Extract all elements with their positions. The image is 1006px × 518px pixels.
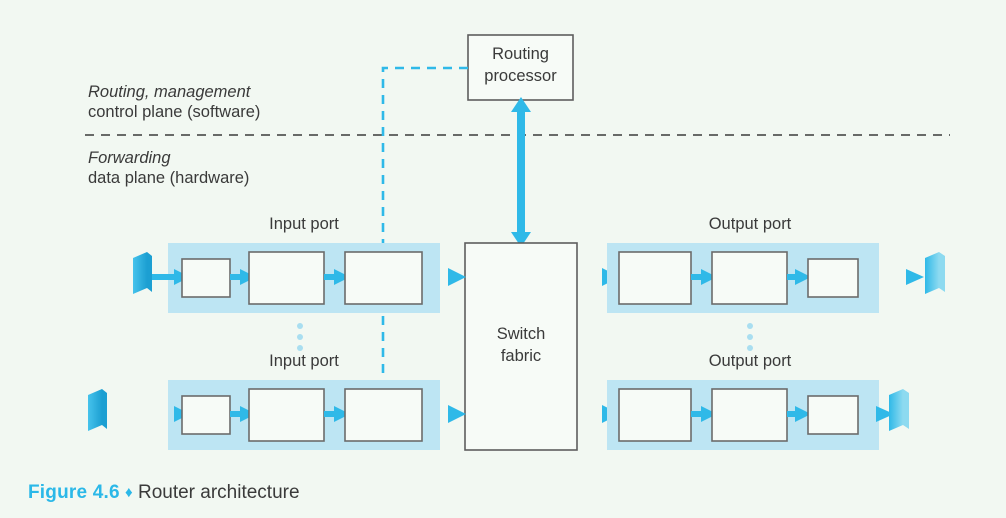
routing-processor-label-line1: Routing xyxy=(492,45,549,63)
input-stage-box xyxy=(344,388,423,442)
figure-router-architecture: Routing, management control plane (softw… xyxy=(0,0,1006,518)
input-stage-box xyxy=(248,251,325,305)
output-port-top xyxy=(577,243,945,313)
figure-caption-number: Figure 4.6 xyxy=(28,482,120,503)
input-port-top-label: Input port xyxy=(269,215,339,233)
output-link-plate-top xyxy=(925,252,945,294)
input-stage-box xyxy=(181,395,231,435)
control-plane-label-line1: Routing, management xyxy=(88,83,251,101)
output-port-top-label: Output port xyxy=(708,215,792,233)
input-incoming-arrow-bottom xyxy=(107,406,190,422)
input-port-bottom xyxy=(88,380,466,450)
data-plane-label-line2: data plane (hardware) xyxy=(88,169,250,187)
input-stage-box xyxy=(248,388,325,442)
output-stage-box xyxy=(807,395,859,435)
input-stage-box xyxy=(181,258,231,298)
input-stage-box xyxy=(344,251,423,305)
output-port-bottom-label: Output port xyxy=(708,352,792,370)
processor-fabric-link xyxy=(511,97,531,247)
ellipsis-output-ports xyxy=(747,323,753,351)
figure-caption-title: Router architecture xyxy=(137,482,300,503)
output-link-plate-bottom xyxy=(889,389,909,431)
output-stage-box xyxy=(711,388,788,442)
ellipsis-input-ports xyxy=(297,323,303,351)
figure-caption-diamond-icon: ♦ xyxy=(125,484,133,501)
figure-caption: Figure 4.6 ♦ Router architecture xyxy=(28,482,300,504)
input-port-top xyxy=(133,243,466,313)
input-port-bottom-label: Input port xyxy=(269,352,339,370)
data-plane-label-line1: Forwarding xyxy=(88,149,171,167)
control-plane-label-line2: control plane (software) xyxy=(88,103,261,121)
switch-fabric-label-line2: fabric xyxy=(500,347,542,365)
output-stage-box xyxy=(618,388,692,442)
input-link-plate-top xyxy=(133,252,152,294)
output-stage-box xyxy=(618,251,692,305)
input-link-plate-bottom xyxy=(88,389,107,431)
output-port-bottom xyxy=(577,380,909,450)
output-stage-box xyxy=(807,258,859,298)
switch-fabric-label-line1: Switch xyxy=(496,325,546,343)
routing-processor-label-line2: processor xyxy=(484,67,557,85)
output-stage-box xyxy=(711,251,788,305)
